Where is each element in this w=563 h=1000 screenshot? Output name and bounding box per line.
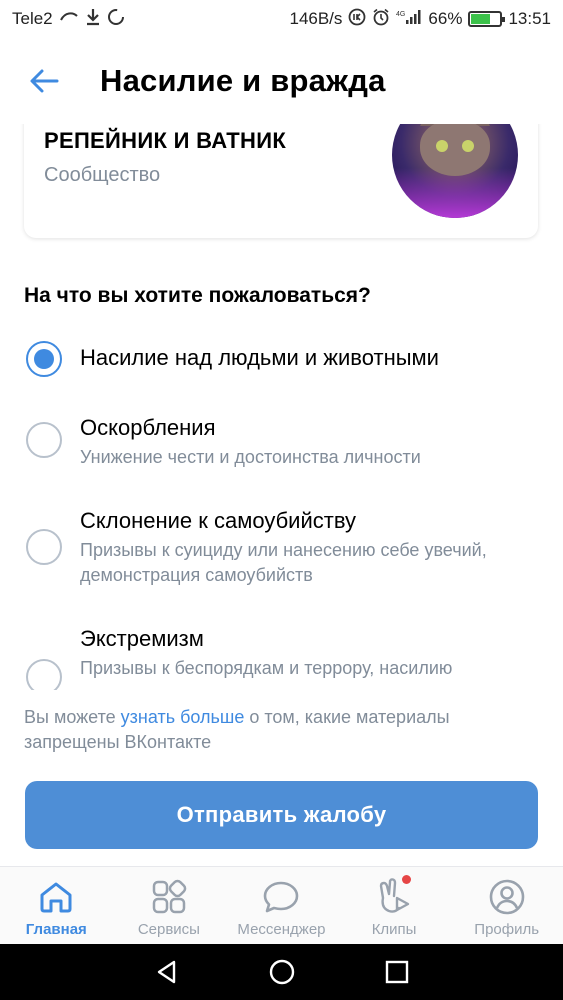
community-card: РЕПЕЙНИК И ВАТНИК Сообщество	[24, 124, 538, 238]
tab-label: Сервисы	[137, 921, 200, 938]
option-label: Экстремизм	[80, 626, 204, 651]
nav-recents-icon[interactable]	[385, 960, 409, 984]
community-type: Сообщество	[44, 164, 161, 186]
tab-label: Мессенджер	[237, 921, 326, 938]
question-heading: На что вы хотите пожаловаться?	[24, 284, 371, 307]
tab-services[interactable]: Сервисы	[113, 867, 226, 944]
tab-home[interactable]: Главная	[0, 867, 113, 944]
tab-label: Главная	[25, 921, 87, 938]
carrier-label: Tele2	[12, 9, 53, 28]
home-icon	[36, 877, 76, 917]
tab-clips[interactable]: Клипы	[338, 867, 451, 944]
tab-profile[interactable]: Профиль	[450, 867, 563, 944]
tab-label: Клипы	[371, 921, 417, 938]
data-saver-icon	[348, 8, 366, 30]
option-description: Призывы к беспорядкам и террору, насилию	[80, 658, 453, 678]
services-icon	[149, 877, 189, 917]
report-form[interactable]: РЕПЕЙНИК И ВАТНИК Сообщество На что вы х…	[0, 124, 563, 690]
option-label: Оскорбления	[80, 415, 216, 440]
info-text-before: Вы можете	[24, 707, 121, 727]
battery-icon	[468, 11, 506, 27]
clock: 13:51	[508, 9, 551, 28]
messenger-icon	[261, 877, 301, 917]
page-title: Насилие и вражда	[100, 63, 386, 98]
community-avatar	[392, 124, 518, 218]
network-speed: 146B/s	[289, 9, 343, 28]
battery-level	[471, 14, 490, 24]
back-button[interactable]	[0, 38, 88, 124]
info-text: Вы можете узнать больше о том, какие мат…	[24, 705, 544, 755]
download-icon	[85, 8, 101, 30]
submit-report-button[interactable]: Отправить жалобу	[25, 781, 538, 849]
status-bar: Tele2 146B/s 4G 66% 13:51	[0, 0, 563, 38]
alarm-icon	[372, 8, 390, 30]
signal-4g-icon: 4G	[396, 9, 422, 29]
tab-messenger[interactable]: Мессенджер	[225, 867, 338, 944]
arrow-left-icon	[30, 69, 59, 93]
bottom-tab-bar: Главная Сервисы Мессенджер Клипы Профиль	[0, 866, 563, 944]
option-label: Склонение к самоубийству	[80, 508, 357, 533]
profile-icon	[487, 877, 527, 917]
app-header: Насилие и вражда	[0, 38, 563, 124]
option-description: Унижение чести и достоинства личности	[80, 447, 421, 467]
radio-button[interactable]	[26, 422, 62, 458]
status-bar-left: Tele2	[12, 8, 125, 30]
community-name: РЕПЕЙНИК И ВАТНИК	[44, 128, 287, 153]
learn-more-link[interactable]: узнать больше	[121, 707, 245, 727]
option-label: Насилие над людьми и животными	[80, 345, 439, 370]
nav-back-icon[interactable]	[154, 959, 180, 985]
sync-icon	[107, 8, 125, 30]
status-bar-right: 146B/s 4G 66% 13:51	[289, 8, 551, 30]
system-nav-bar	[0, 944, 563, 1000]
radio-button-checked[interactable]	[26, 341, 62, 377]
nav-home-icon[interactable]	[268, 958, 296, 986]
radio-button[interactable]	[26, 529, 62, 565]
battery-percent: 66%	[428, 9, 463, 28]
svg-text:4G: 4G	[396, 11, 405, 18]
notification-badge	[401, 875, 411, 884]
option-description: Призывы к суициду или нанесению себе уве…	[80, 540, 487, 585]
radio-button[interactable]	[26, 659, 62, 690]
signal-hd-icon	[59, 10, 79, 28]
tab-label: Профиль	[474, 921, 540, 938]
